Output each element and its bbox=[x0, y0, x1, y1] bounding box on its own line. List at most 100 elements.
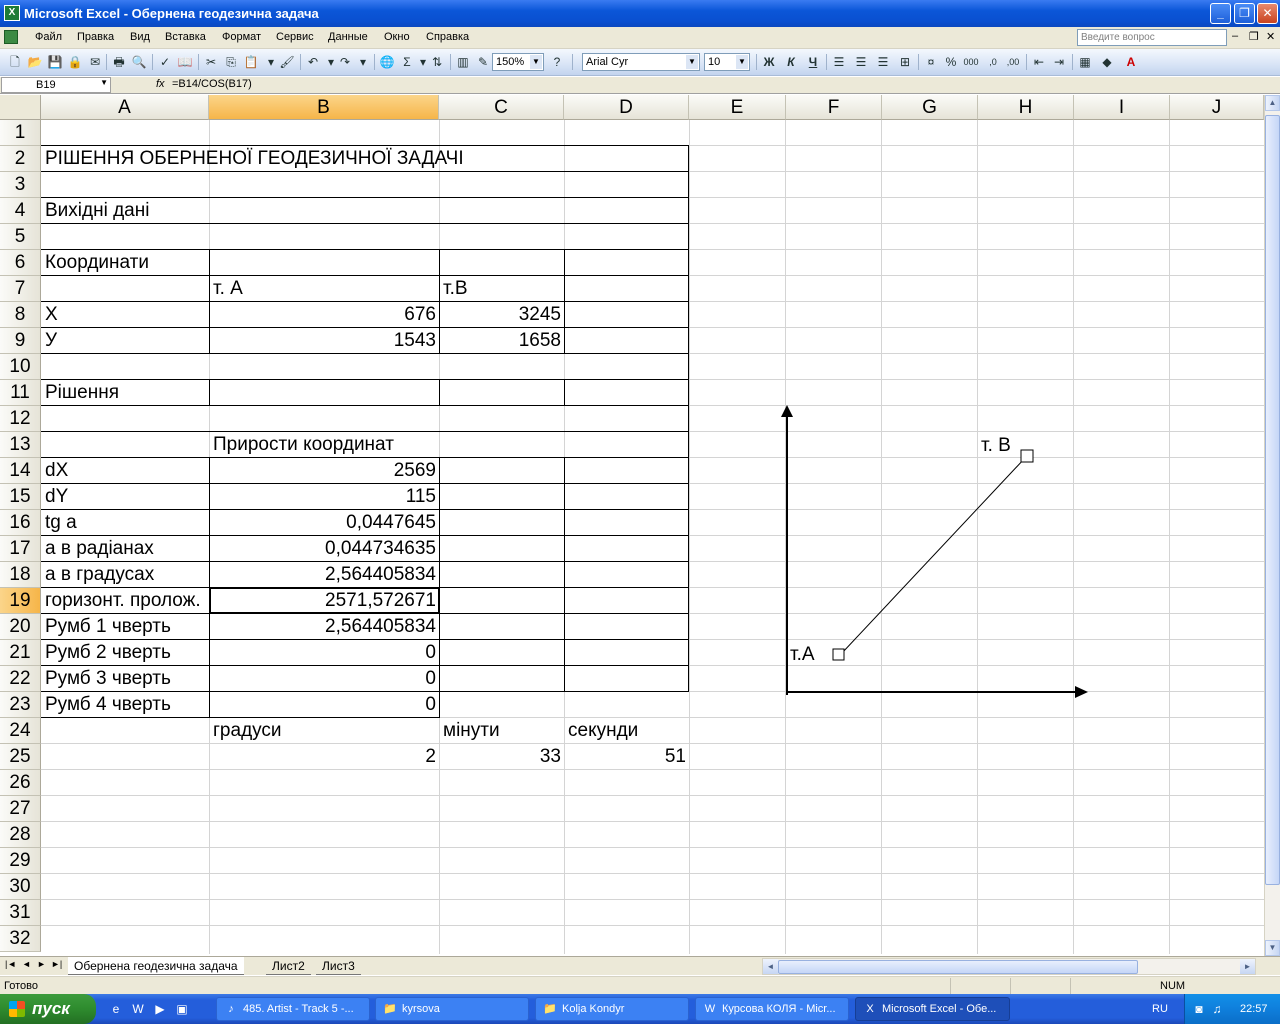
menu-data[interactable]: Данные bbox=[328, 31, 368, 43]
horizontal-scrollbar[interactable]: ◄ ► bbox=[762, 958, 1256, 975]
comma-style-icon[interactable]: 000 bbox=[962, 53, 980, 71]
formula-input[interactable]: =B14/COS(B17) bbox=[172, 78, 252, 90]
browser-quicklaunch-icon[interactable]: e bbox=[108, 1001, 124, 1017]
scroll-up-button[interactable]: ▲ bbox=[1265, 95, 1280, 111]
print-icon[interactable]: 🖶 bbox=[110, 53, 128, 71]
taskbar-item[interactable]: 📁 kyrsova bbox=[375, 997, 529, 1021]
scroll-left-button[interactable]: ◄ bbox=[763, 959, 778, 974]
increase-decimal-icon[interactable]: ,0 bbox=[984, 53, 1002, 71]
open-icon[interactable]: 📂 bbox=[26, 53, 44, 71]
redo-icon[interactable]: ↷ bbox=[336, 53, 354, 71]
percent-icon[interactable]: % bbox=[942, 53, 960, 71]
mdi-restore-button[interactable]: ❐ bbox=[1249, 30, 1259, 43]
ask-question-input[interactable]: Введите вопрос bbox=[1077, 29, 1227, 46]
workbook-icon[interactable] bbox=[4, 30, 18, 44]
paste-icon[interactable]: 📋 bbox=[242, 53, 260, 71]
drawing-icon[interactable]: ✎ bbox=[474, 53, 492, 71]
insert-function-icon[interactable]: fx bbox=[156, 78, 165, 90]
sheet-tab[interactable]: Лист3 bbox=[316, 957, 361, 975]
scroll-down-button[interactable]: ▼ bbox=[1265, 940, 1280, 956]
language-indicator[interactable]: RU bbox=[1152, 1003, 1168, 1015]
volume-tray-icon[interactable]: ♫ bbox=[1209, 1001, 1225, 1017]
merge-center-icon[interactable]: ⊞ bbox=[896, 53, 914, 71]
undo-icon[interactable]: ↶ bbox=[304, 53, 322, 71]
point-b-label[interactable]: т. В bbox=[978, 433, 1014, 459]
borders-icon[interactable]: ▦ bbox=[1076, 53, 1094, 71]
mdi-minimize-button[interactable]: – bbox=[1232, 30, 1238, 42]
align-right-icon[interactable]: ☰ bbox=[874, 53, 892, 71]
chevron-down-icon[interactable]: ▼ bbox=[530, 55, 542, 69]
fill-color-icon[interactable]: ◆ bbox=[1098, 53, 1116, 71]
menu-bar: Файл Правка Вид Вставка Формат Сервис Да… bbox=[0, 27, 1280, 49]
media-quicklaunch-icon[interactable]: ▶ bbox=[152, 1001, 168, 1017]
chevron-down-icon[interactable]: ▼ bbox=[100, 78, 108, 87]
sheet-tab-active[interactable]: Обернена геодезична задача bbox=[68, 957, 244, 975]
restore-button[interactable]: ❐ bbox=[1234, 3, 1255, 24]
save-icon[interactable]: 💾 bbox=[46, 53, 64, 71]
bold-button[interactable]: Ж bbox=[760, 53, 778, 71]
last-sheet-button[interactable]: ►| bbox=[51, 959, 62, 969]
vertical-scrollbar[interactable]: ▲ ▼ bbox=[1264, 95, 1280, 958]
menu-window[interactable]: Окно bbox=[384, 31, 410, 43]
toolbar-separator bbox=[106, 54, 107, 70]
menu-edit[interactable]: Правка bbox=[77, 31, 114, 43]
underline-button[interactable]: Ч bbox=[804, 53, 822, 71]
copy-icon[interactable]: ⎘ bbox=[222, 53, 240, 71]
font-size-select[interactable]: 10 ▼ bbox=[704, 53, 750, 71]
sort-ascending-icon[interactable]: ⇅ bbox=[428, 53, 446, 71]
minimize-button[interactable]: _ bbox=[1210, 3, 1231, 24]
point-a-label[interactable]: т.А bbox=[787, 642, 818, 668]
menu-tools[interactable]: Сервис bbox=[276, 31, 314, 43]
scrollbar-thumb[interactable] bbox=[778, 960, 1138, 974]
help-icon[interactable]: ? bbox=[548, 53, 566, 71]
network-tray-icon[interactable]: ◙ bbox=[1191, 1001, 1207, 1017]
align-center-icon[interactable]: ☰ bbox=[852, 53, 870, 71]
email-icon[interactable]: ✉ bbox=[86, 53, 104, 71]
align-left-icon[interactable]: ☰ bbox=[830, 53, 848, 71]
redo-dropdown-icon[interactable]: ▾ bbox=[354, 53, 372, 71]
mdi-close-button[interactable]: ✕ bbox=[1266, 30, 1275, 43]
chevron-down-icon[interactable]: ▼ bbox=[686, 55, 698, 69]
scrollbar-thumb[interactable] bbox=[1265, 115, 1280, 885]
excel-app-icon[interactable]: X bbox=[4, 5, 20, 21]
chart-wizard-icon[interactable]: ▥ bbox=[454, 53, 472, 71]
permission-icon[interactable]: 🔒 bbox=[66, 53, 84, 71]
format-painter-icon[interactable]: 🖌 bbox=[278, 53, 296, 71]
menu-view[interactable]: Вид bbox=[130, 31, 150, 43]
spelling-icon[interactable]: ✓ bbox=[156, 53, 174, 71]
menu-help[interactable]: Справка bbox=[426, 31, 469, 43]
taskbar-item-label: Microsoft Excel - Обе... bbox=[882, 1003, 997, 1015]
close-button[interactable]: ✕ bbox=[1257, 3, 1278, 24]
next-sheet-button[interactable]: ► bbox=[37, 959, 46, 969]
italic-button[interactable]: К bbox=[782, 53, 800, 71]
word-quicklaunch-icon[interactable]: W bbox=[130, 1001, 146, 1017]
cut-icon[interactable]: ✂ bbox=[202, 53, 220, 71]
scroll-right-button[interactable]: ► bbox=[1240, 959, 1255, 974]
name-box[interactable]: B19 ▼ bbox=[1, 77, 111, 93]
print-preview-icon[interactable]: 🔍 bbox=[130, 53, 148, 71]
taskbar-item[interactable]: 📁 Kolja Kondyr bbox=[535, 997, 689, 1021]
chevron-down-icon[interactable]: ▼ bbox=[736, 55, 748, 69]
research-icon[interactable]: 📖 bbox=[176, 53, 194, 71]
taskbar-item[interactable]: ♪ 485. Artist - Track 5 -... bbox=[216, 997, 370, 1021]
taskbar-item[interactable]: W Курсова КОЛЯ - Micr... bbox=[695, 997, 849, 1021]
currency-icon[interactable]: ¤ bbox=[922, 53, 940, 71]
decrease-indent-icon[interactable]: ⇤ bbox=[1030, 53, 1048, 71]
worksheet-grid[interactable]: A B C D E F G H I J 1 2 3 4 5 6 7 8 9 10… bbox=[0, 95, 1264, 954]
font-select[interactable]: Arial Cyr ▼ bbox=[582, 53, 700, 71]
decrease-decimal-icon[interactable]: ,00 bbox=[1004, 53, 1022, 71]
menu-insert[interactable]: Вставка bbox=[165, 31, 206, 43]
font-color-icon[interactable]: A bbox=[1122, 53, 1140, 71]
menu-format[interactable]: Формат bbox=[222, 31, 261, 43]
hyperlink-icon[interactable]: 🌐 bbox=[378, 53, 396, 71]
first-sheet-button[interactable]: |◄ bbox=[5, 959, 16, 969]
new-icon[interactable]: 🗋 bbox=[6, 53, 24, 71]
menu-file[interactable]: Файл bbox=[35, 31, 62, 43]
show-desktop-icon[interactable]: ▣ bbox=[174, 1001, 190, 1017]
taskbar-item-active[interactable]: X Microsoft Excel - Обе... bbox=[855, 997, 1010, 1021]
increase-indent-icon[interactable]: ⇥ bbox=[1050, 53, 1068, 71]
prev-sheet-button[interactable]: ◄ bbox=[22, 959, 31, 969]
start-button[interactable]: пуск bbox=[0, 994, 96, 1024]
zoom-select[interactable]: 150% ▼ bbox=[492, 53, 544, 71]
sheet-tab[interactable]: Лист2 bbox=[266, 957, 311, 975]
